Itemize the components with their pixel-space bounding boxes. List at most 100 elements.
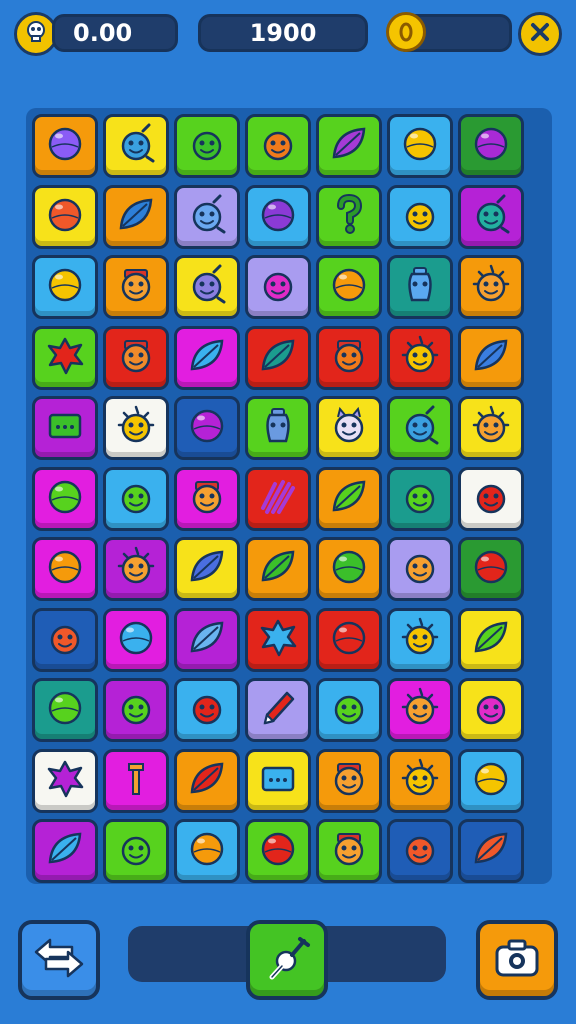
tile-r7-c1[interactable] [32, 537, 98, 601]
tile-r9-c1[interactable] [32, 678, 98, 742]
tile-r5-c7[interactable] [458, 396, 524, 460]
tile-r11-c5[interactable] [316, 819, 382, 883]
tile-r6-c2[interactable] [103, 466, 169, 531]
tile-r8-c4[interactable] [245, 607, 311, 672]
rainbow-ball-icon [113, 615, 159, 665]
tile-r11-c2[interactable] [103, 819, 169, 883]
red-leaf-icon [184, 756, 230, 806]
tile-r6-c7[interactable] [458, 466, 524, 531]
tile-r2-c3[interactable] [174, 184, 240, 249]
cat-face-icon [326, 403, 372, 453]
tile-r10-c6[interactable] [387, 748, 453, 813]
tile-r1-c6[interactable] [387, 114, 453, 178]
tile-r5-c2[interactable] [103, 396, 169, 460]
green-leaf-icon [255, 544, 301, 594]
purple-leaf-icon [326, 121, 372, 171]
tile-r7-c3[interactable] [174, 537, 240, 601]
tile-r10-c5[interactable] [316, 748, 382, 813]
blue-leaf-icon [113, 192, 159, 242]
red-splat-icon [42, 333, 88, 383]
shuffle-button[interactable] [18, 920, 100, 1000]
tile-r4-c6[interactable] [387, 325, 453, 390]
tile-r1-c3[interactable] [174, 114, 240, 178]
tile-r8-c1[interactable] [32, 607, 98, 672]
tile-r6-c4[interactable] [245, 466, 311, 531]
tile-r5-c4[interactable] [245, 396, 311, 460]
tile-r11-c6[interactable] [387, 819, 453, 883]
blue-splat-icon [255, 615, 301, 665]
tile-r2-c6[interactable] [387, 184, 453, 249]
blue-face-icon [113, 121, 159, 171]
tile-r10-c7[interactable] [458, 748, 524, 813]
rainbow-ball-icon [42, 121, 88, 171]
tile-r7-c4[interactable] [245, 537, 311, 601]
tile-r6-c3[interactable] [174, 466, 240, 531]
tile-r2-c7[interactable] [458, 184, 524, 249]
tile-r9-c6[interactable] [387, 678, 453, 742]
rainbow-ball-icon [326, 615, 372, 665]
tile-r4-c1[interactable] [32, 325, 98, 390]
yellow-ball-icon [42, 262, 88, 312]
red-ball-icon [255, 826, 301, 876]
tile-r5-c3[interactable] [174, 396, 240, 460]
tile-r2-c1[interactable] [32, 184, 98, 249]
tile-r2-c4[interactable] [245, 184, 311, 249]
tile-r5-c6[interactable] [387, 396, 453, 460]
tile-r8-c7[interactable] [458, 607, 524, 672]
tile-r3-c3[interactable] [174, 255, 240, 319]
tile-r1-c7[interactable] [458, 114, 524, 178]
tile-r3-c4[interactable] [245, 255, 311, 319]
tile-r3-c2[interactable] [103, 255, 169, 319]
tile-r7-c2[interactable] [103, 537, 169, 601]
tile-r9-c2[interactable] [103, 678, 169, 742]
tile-r11-c3[interactable] [174, 819, 240, 883]
tile-r4-c5[interactable] [316, 325, 382, 390]
tile-r2-c2[interactable] [103, 184, 169, 249]
tile-r5-c5[interactable] [316, 396, 382, 460]
tile-r5-c1[interactable] [32, 396, 98, 460]
tile-r6-c6[interactable] [387, 466, 453, 531]
tile-r3-c1[interactable] [32, 255, 98, 319]
tile-r11-c7[interactable] [458, 819, 524, 883]
tile-r8-c6[interactable] [387, 607, 453, 672]
tile-r7-c7[interactable] [458, 537, 524, 601]
slider-handle[interactable] [246, 920, 328, 1000]
tile-r9-c7[interactable] [458, 678, 524, 742]
tile-r8-c2[interactable] [103, 607, 169, 672]
tile-r4-c2[interactable] [103, 325, 169, 390]
green-face-icon [113, 685, 159, 735]
tile-r4-c7[interactable] [458, 325, 524, 390]
tile-r9-c3[interactable] [174, 678, 240, 742]
tile-r1-c4[interactable] [245, 114, 311, 178]
tile-r8-c3[interactable] [174, 607, 240, 672]
tile-r10-c4[interactable] [245, 748, 311, 813]
camera-icon [493, 937, 541, 983]
tile-r6-c5[interactable] [316, 466, 382, 531]
tile-r6-c1[interactable] [32, 466, 98, 531]
close-button[interactable] [518, 12, 562, 56]
red-face-icon [468, 474, 514, 524]
green-face-icon [184, 121, 230, 171]
tile-r2-c5[interactable] [316, 184, 382, 249]
tile-r11-c1[interactable] [32, 819, 98, 883]
tile-r1-c2[interactable] [103, 114, 169, 178]
tile-r4-c4[interactable] [245, 325, 311, 390]
tile-r1-c5[interactable] [316, 114, 382, 178]
camera-button[interactable] [476, 920, 558, 1000]
tile-r9-c5[interactable] [316, 678, 382, 742]
tile-r3-c5[interactable] [316, 255, 382, 319]
tile-r4-c3[interactable] [174, 325, 240, 390]
tile-r10-c1[interactable] [32, 748, 98, 813]
tile-r8-c5[interactable] [316, 607, 382, 672]
hat-face-icon [326, 756, 372, 806]
tile-r11-c4[interactable] [245, 819, 311, 883]
tile-r7-c6[interactable] [387, 537, 453, 601]
tile-r1-c1[interactable] [32, 114, 98, 178]
tile-r3-c7[interactable] [458, 255, 524, 319]
tile-r10-c3[interactable] [174, 748, 240, 813]
tile-r3-c6[interactable] [387, 255, 453, 319]
tile-r9-c4[interactable] [245, 678, 311, 742]
skull-icon [22, 18, 50, 50]
tile-r10-c2[interactable] [103, 748, 169, 813]
tile-r7-c5[interactable] [316, 537, 382, 601]
